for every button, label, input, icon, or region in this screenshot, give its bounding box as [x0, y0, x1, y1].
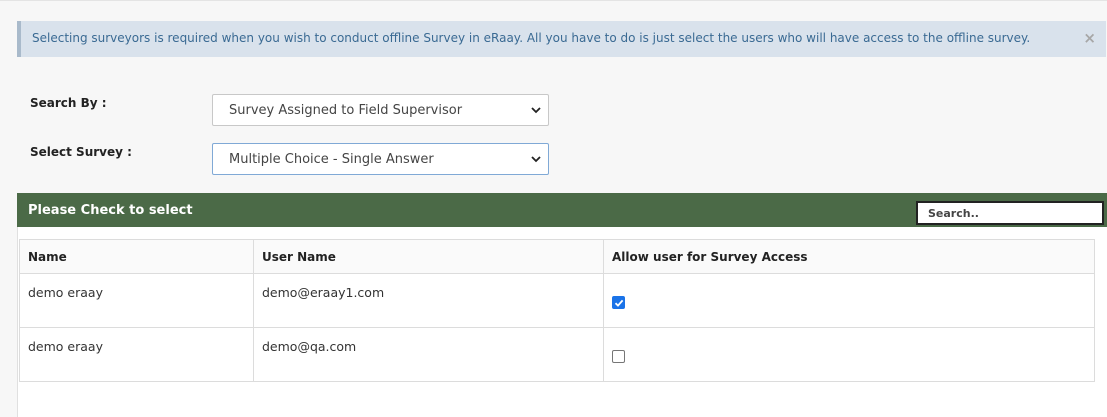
select-survey-select[interactable]: Multiple Choice - Single Answer — [212, 143, 549, 175]
column-header-allow-access[interactable]: Allow user for Survey Access — [603, 239, 1095, 274]
table-row: demo eraay demo@qa.com — [19, 327, 1095, 382]
panel-header: Please Check to select — [17, 193, 1107, 227]
search-by-selected-value: Survey Assigned to Field Supervisor — [229, 103, 463, 118]
alert-message: Selecting surveyors is required when you… — [32, 31, 1031, 45]
table-header-row: Name User Name Allow user for Survey Acc… — [19, 239, 1095, 274]
select-survey-label: Select Survey : — [30, 145, 132, 159]
chevron-down-icon — [531, 156, 541, 163]
column-header-username[interactable]: User Name — [253, 239, 604, 274]
cell-username: demo@qa.com — [253, 327, 604, 382]
select-survey-selected-value: Multiple Choice - Single Answer — [229, 152, 434, 167]
search-by-select[interactable]: Survey Assigned to Field Supervisor — [212, 94, 549, 126]
search-by-label: Search By : — [30, 96, 107, 110]
cell-username: demo@eraay1.com — [253, 273, 604, 328]
cell-allow-access — [603, 327, 1095, 382]
search-input[interactable] — [916, 201, 1104, 225]
users-table-container: Name User Name Allow user for Survey Acc… — [17, 227, 1107, 417]
users-table: Name User Name Allow user for Survey Acc… — [19, 239, 1095, 382]
allow-access-checkbox[interactable] — [612, 296, 625, 309]
table-row: demo eraay demo@eraay1.com — [19, 273, 1095, 328]
allow-access-checkbox[interactable] — [612, 350, 625, 363]
column-header-name[interactable]: Name — [19, 239, 254, 274]
checkmark-icon — [614, 299, 624, 307]
panel-title: Please Check to select — [28, 203, 193, 218]
info-alert: Selecting surveyors is required when you… — [17, 21, 1106, 57]
cell-name: demo eraay — [19, 273, 254, 328]
top-divider — [0, 0, 1107, 1]
cell-allow-access — [603, 273, 1095, 328]
close-icon[interactable]: × — [1083, 29, 1096, 47]
chevron-down-icon — [531, 107, 541, 114]
cell-name: demo eraay — [19, 327, 254, 382]
